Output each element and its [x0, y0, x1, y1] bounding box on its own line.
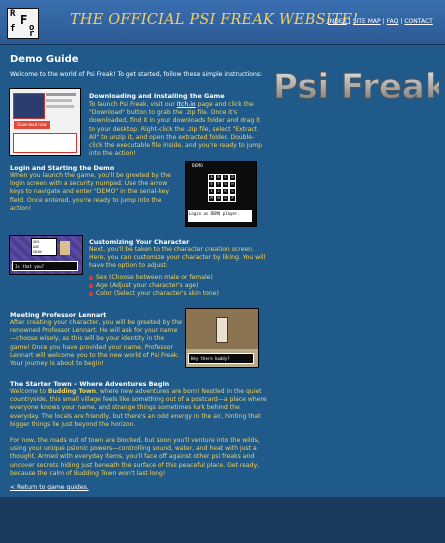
professor-sprite — [216, 317, 228, 343]
professor-heading: Meeting Professor Lennart — [10, 311, 107, 319]
login-heading: Login and Starting the Demo — [10, 164, 115, 172]
town-paragraph-2: For now, the roads out of town are block… — [10, 437, 260, 477]
keypad-key: M — [208, 195, 215, 202]
professor-text: After creating your character, you will … — [10, 319, 182, 368]
customize-heading: Customizing Your Character — [89, 238, 190, 246]
customize-options-list: Sex (Choose between male or female) Age … — [89, 274, 269, 299]
text-line — [46, 105, 74, 108]
top-navigation: INDEX | SITE MAP | FAQ | CONTACT — [328, 18, 433, 25]
keypad-key: G — [222, 181, 229, 188]
keypad-key: F — [215, 181, 222, 188]
town-text-part: Welcome to — [10, 388, 48, 395]
nav-sitemap-link[interactable]: SITE MAP — [353, 18, 381, 25]
keypad-key: C — [222, 174, 229, 181]
logo-letter: F — [20, 13, 28, 27]
file-dialog — [13, 133, 77, 153]
download-heading: Downloading and Installing the Game — [89, 92, 225, 100]
logo-letter: R — [10, 9, 16, 19]
psi-freak-logo: Psi Freak — [273, 67, 440, 108]
return-link[interactable]: < Return to game guides. — [10, 484, 89, 492]
keypad-key: N — [215, 195, 222, 202]
keypad-key: A — [208, 174, 215, 181]
download-now-button: Download now — [14, 121, 50, 129]
option-sex: Sex (Choose between male or female) — [89, 274, 269, 282]
keypad-key: H — [229, 181, 236, 188]
keypad-key: P — [229, 195, 236, 202]
town-paragraph-1: Welcome to Budding Town, where new adven… — [10, 388, 268, 429]
security-numpad: ABCD EFGH IJKL MNOP — [208, 174, 236, 202]
download-text-part: page and click the "Download" button to … — [89, 101, 263, 158]
nav-separator: | — [348, 18, 351, 25]
keypad-key: K — [222, 188, 229, 195]
town-heading: The Starter Town – Where Adventures Begi… — [10, 380, 170, 388]
option-age: Age (Adjust your character's age) — [89, 282, 269, 290]
itchio-link[interactable]: Itch.io — [177, 101, 196, 108]
login-screenshot: DEMO ABCD EFGH IJKL MNOP Login as DEMO play… — [185, 161, 257, 227]
text-line — [46, 99, 72, 102]
keypad-key: D — [229, 174, 236, 181]
intro-text: Welcome to the world of Psi Freak! To ge… — [10, 71, 263, 78]
dialog-box: Hey there buddy? — [188, 353, 254, 364]
login-text: When you launch the game, you'll be gree… — [10, 172, 171, 212]
serial-field: DEMO — [192, 164, 203, 169]
keypad-key: O — [222, 195, 229, 202]
confirm-prompt: Is that you? — [12, 261, 78, 271]
download-screenshot: Download now — [9, 88, 81, 156]
customize-screenshot: SEX AGE SKIN Is that you? — [9, 235, 83, 275]
keypad-key: I — [208, 188, 215, 195]
nav-separator: | — [382, 18, 385, 25]
download-text: To launch Psi Freak, visit our Itch.io p… — [89, 101, 265, 158]
keypad-key: L — [229, 188, 236, 195]
option-color: Color (Select your character's skin tone… — [89, 290, 269, 298]
character-sprite — [60, 241, 70, 255]
option-label: SKIN — [33, 250, 42, 254]
psi-freak-logo-text: Psi Freak — [273, 67, 439, 107]
nav-contact-link[interactable]: CONTACT — [404, 18, 432, 25]
site-title: THE OFFICIAL PSI FREAK WEBSITE! — [70, 12, 359, 28]
keypad-key: J — [215, 188, 222, 195]
options-menu: SEX AGE SKIN — [31, 238, 57, 256]
keypad-key: E — [208, 181, 215, 188]
professor-screenshot: Hey there buddy? — [185, 308, 259, 368]
text-line — [46, 93, 76, 96]
nav-index-link[interactable]: INDEX — [328, 18, 347, 25]
logo-letter: r — [29, 29, 35, 39]
page-title: Demo Guide — [10, 54, 79, 65]
site-logo[interactable]: R F f o r — [7, 8, 39, 39]
nav-separator: | — [400, 18, 403, 25]
site-banner: R F f o r THE OFFICIAL PSI FREAK WEBSITE… — [0, 0, 445, 45]
budding-town-name: Budding Town — [47, 388, 96, 395]
footer-band — [0, 497, 445, 543]
download-thumb — [13, 93, 45, 119]
customize-text: Next, you'll be taken to the character c… — [89, 246, 266, 270]
download-text-part: To launch Psi Freak, visit our — [89, 101, 177, 108]
keypad-key: B — [215, 174, 222, 181]
login-message: Login as DEMO player. — [188, 210, 252, 222]
nav-faq-link[interactable]: FAQ — [387, 18, 399, 25]
logo-letter: f — [10, 24, 16, 34]
